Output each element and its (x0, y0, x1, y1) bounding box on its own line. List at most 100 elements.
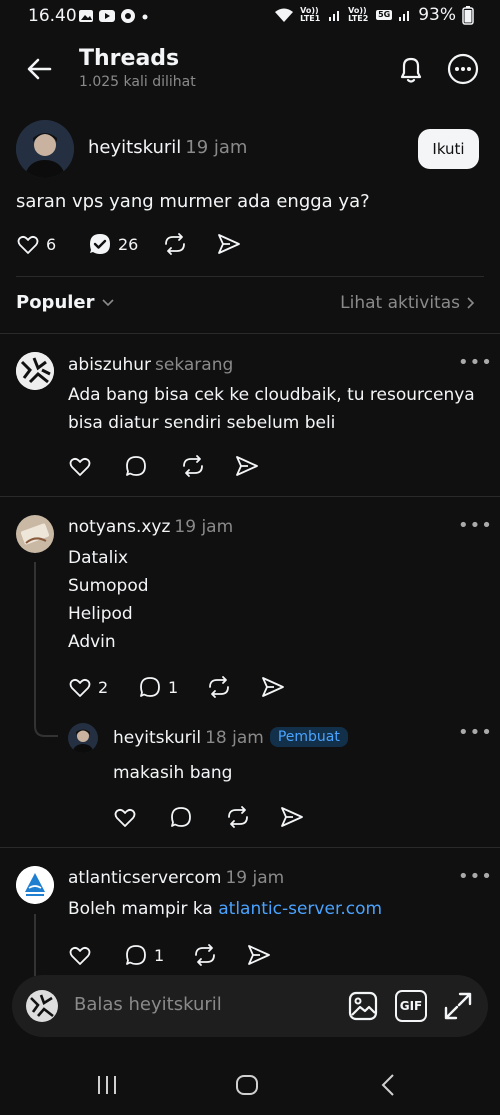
reply-count: 26 (118, 234, 139, 254)
heart-icon (69, 678, 91, 697)
comment-line: Ada bang bisa cek ke cloudbaik, tu resou… (68, 385, 475, 405)
avatar[interactable] (16, 352, 54, 390)
reply-button[interactable]: 1 (138, 675, 206, 699)
comment-header: heyitskuril 18 jam Pembuat (113, 727, 348, 748)
repost-button[interactable] (180, 454, 234, 478)
status-bar: 16.40 Vo)) LTE1 Vo)) LTE2 5G 93% (0, 0, 500, 34)
back-button[interactable] (20, 50, 60, 90)
sort-dropdown[interactable]: Populer (16, 292, 115, 313)
post-text: saran vps yang murmer ada engga ya? (16, 191, 370, 212)
send-icon (236, 456, 258, 476)
post-time: 19 jam (185, 137, 248, 158)
gif-label: GIF (399, 999, 423, 1013)
expand-button[interactable] (442, 990, 474, 1022)
chevron-down-icon (101, 298, 114, 306)
avatar[interactable] (68, 723, 98, 753)
system-nav-bar (0, 1052, 500, 1115)
comment-more-button[interactable]: ••• (458, 352, 493, 373)
like-button[interactable]: 2 (68, 675, 138, 699)
share-button[interactable] (216, 232, 242, 256)
view-activity-link[interactable]: Lihat aktivitas (340, 293, 476, 313)
repost-button[interactable] (206, 675, 260, 699)
home-icon (236, 1075, 258, 1095)
reply-count: 1 (154, 945, 165, 965)
youtube-icon (99, 10, 115, 22)
reply-button[interactable]: 26 (88, 232, 162, 256)
like-button[interactable] (113, 805, 169, 829)
repost-button[interactable] (192, 943, 246, 967)
comment-more-button[interactable]: ••• (458, 866, 493, 887)
comment-time: sekarang (155, 355, 234, 375)
post-header: heyitskuril 19 jam (88, 137, 247, 158)
status-right: Vo)) LTE1 Vo)) LTE2 5G 93% (274, 5, 474, 25)
comment-link[interactable]: atlantic-server.com (218, 899, 382, 919)
share-button[interactable] (260, 675, 286, 699)
sort-label: Populer (16, 292, 95, 313)
divider (0, 496, 500, 497)
more-options-button[interactable] (444, 50, 482, 88)
comment-username[interactable]: heyitskuril (113, 728, 201, 748)
profile-photo (16, 352, 54, 390)
reply-input[interactable]: Balas heyitskuril (74, 994, 222, 1015)
like-count: 2 (98, 677, 109, 697)
image-button[interactable] (347, 990, 379, 1022)
repost-icon (165, 233, 185, 255)
comment-more-button[interactable]: ••• (458, 515, 493, 536)
reply-button[interactable]: 1 (124, 943, 192, 967)
wifi-icon (275, 8, 294, 22)
like-button[interactable] (68, 943, 124, 967)
comment-actions: 1 (68, 943, 272, 967)
comment-icon (126, 456, 146, 476)
like-button[interactable] (68, 454, 124, 478)
comment-text: Boleh mampir ka atlantic-server.com (68, 895, 382, 923)
sim1-label: Vo)) LTE1 (300, 6, 321, 23)
recent-apps-button[interactable] (94, 1072, 120, 1098)
comment-header: abiszuhur sekarang (68, 355, 233, 375)
divider (0, 847, 500, 848)
post-username[interactable]: heyitskuril (88, 137, 181, 158)
comment-line: Sumopod (68, 576, 149, 596)
avatar[interactable] (16, 515, 54, 553)
comment-username[interactable]: abiszuhur (68, 355, 151, 375)
thread-connector (34, 562, 58, 737)
comment-line: bisa diatur sendiri sebelum beli (68, 413, 336, 433)
share-button[interactable] (246, 943, 272, 967)
status-time: 16.40 (28, 6, 77, 26)
repost-icon (195, 944, 215, 966)
comment-line: Helipod (68, 604, 133, 624)
image-icon (348, 991, 378, 1021)
sim2-label: Vo)) LTE2 (348, 6, 369, 23)
profile-photo (68, 723, 98, 753)
reply-count: 1 (168, 677, 179, 697)
like-button[interactable]: 6 (16, 232, 88, 256)
follow-button[interactable]: Ikuti (418, 129, 479, 169)
reply-button[interactable] (124, 454, 180, 478)
comment-line: Advin (68, 632, 116, 652)
comment-username[interactable]: notyans.xyz (68, 517, 170, 537)
activity-label: Lihat aktivitas (340, 293, 460, 313)
reply-button[interactable] (169, 805, 225, 829)
comment-text: Ada bang bisa cek ke cloudbaik, tu resou… (68, 381, 475, 437)
nav-back-button[interactable] (376, 1072, 402, 1098)
chevron-left-icon (381, 1074, 394, 1096)
signal-icon (329, 11, 340, 21)
comment-more-button[interactable]: ••• (458, 722, 493, 743)
page-title: Threads (79, 46, 180, 71)
home-button[interactable] (234, 1072, 260, 1098)
creator-badge: Pembuat (269, 727, 348, 747)
signal-icon (399, 11, 410, 21)
avatar[interactable] (16, 866, 54, 904)
share-button[interactable] (279, 805, 305, 829)
comment-username[interactable]: atlanticservercom (68, 868, 221, 888)
repost-button[interactable] (225, 805, 279, 829)
share-button[interactable] (234, 454, 260, 478)
notification-button[interactable] (392, 50, 430, 88)
repost-icon (183, 455, 203, 477)
arrow-left-icon (27, 58, 52, 80)
comment-icon (140, 677, 160, 697)
comment-time: 19 jam (225, 868, 285, 888)
avatar[interactable] (16, 120, 74, 178)
view-count: 1.025 kali dilihat (79, 74, 196, 90)
repost-button[interactable] (162, 232, 216, 256)
gif-button[interactable]: GIF (395, 990, 427, 1022)
